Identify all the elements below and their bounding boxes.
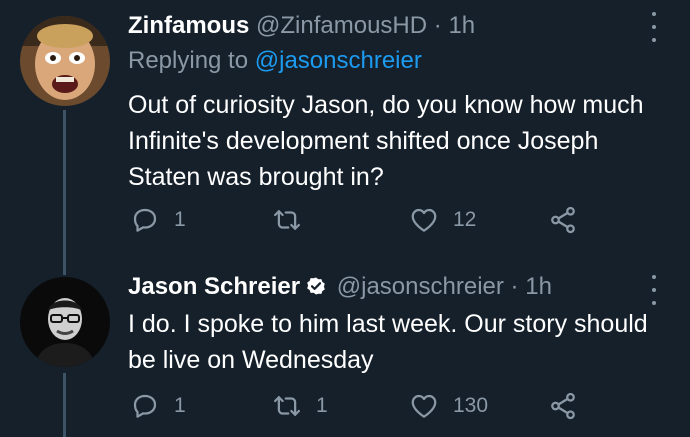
- separator: ·: [510, 273, 519, 300]
- thread-line: [63, 110, 66, 265]
- retweet-icon: [274, 210, 300, 230]
- thread-line: [63, 373, 66, 437]
- display-name[interactable]: Jason Schreier: [128, 273, 300, 300]
- reply-button[interactable]: 1: [130, 388, 186, 424]
- replying-to: Replying to @jasonschreier: [128, 47, 422, 75]
- like-button[interactable]: 12: [409, 202, 476, 238]
- like-icon: [411, 208, 437, 232]
- display-name[interactable]: Zinfamous: [128, 12, 249, 39]
- tweet[interactable]: Zinfamous @ZinfamousHD · 1h Replying to …: [0, 0, 690, 265]
- tweet-header: Jason Schreier @jasonschreier · 1h: [128, 271, 640, 303]
- avatar[interactable]: [20, 16, 110, 106]
- verified-icon: [307, 277, 325, 295]
- share-button[interactable]: [548, 388, 578, 424]
- tweet[interactable]: Jason Schreier @jasonschreier · 1h I do.…: [0, 265, 690, 437]
- handle[interactable]: @ZinfamousHD: [256, 12, 427, 39]
- tweet-header: Zinfamous @ZinfamousHD · 1h: [128, 10, 640, 42]
- tweet-actions: 1 1 130: [128, 388, 598, 424]
- retweet-button[interactable]: 1: [272, 388, 328, 424]
- like-count: 130: [453, 394, 489, 417]
- separator: ·: [433, 12, 442, 39]
- like-icon: [411, 394, 437, 418]
- share-button[interactable]: [548, 202, 578, 238]
- retweet-icon: [274, 396, 300, 416]
- retweet-button[interactable]: [272, 202, 316, 238]
- reply-button[interactable]: 1: [130, 202, 186, 238]
- share-icon: [551, 206, 575, 234]
- like-count: 12: [453, 208, 477, 231]
- retweet-count: 1: [316, 394, 328, 417]
- timestamp[interactable]: 1h: [525, 273, 552, 300]
- share-icon: [551, 392, 575, 420]
- tweet-actions: 1 12: [128, 202, 598, 238]
- like-button[interactable]: 130: [409, 388, 488, 424]
- more-icon[interactable]: [646, 12, 662, 42]
- reply-count: 1: [174, 208, 186, 231]
- tweet-text: Out of curiosity Jason, do you know how …: [128, 91, 644, 191]
- reply-count: 1: [174, 394, 186, 417]
- replying-to-link[interactable]: @jasonschreier: [255, 47, 422, 74]
- thread-line: [63, 265, 66, 275]
- replying-prefix: Replying to: [128, 47, 249, 74]
- avatar[interactable]: [20, 277, 110, 367]
- timestamp[interactable]: 1h: [448, 12, 475, 39]
- handle[interactable]: @jasonschreier: [337, 273, 504, 300]
- more-icon[interactable]: [646, 275, 662, 305]
- reply-icon: [133, 208, 157, 232]
- tweet-text: I do. I spoke to him last week. Our stor…: [128, 310, 648, 374]
- reply-icon: [133, 394, 157, 418]
